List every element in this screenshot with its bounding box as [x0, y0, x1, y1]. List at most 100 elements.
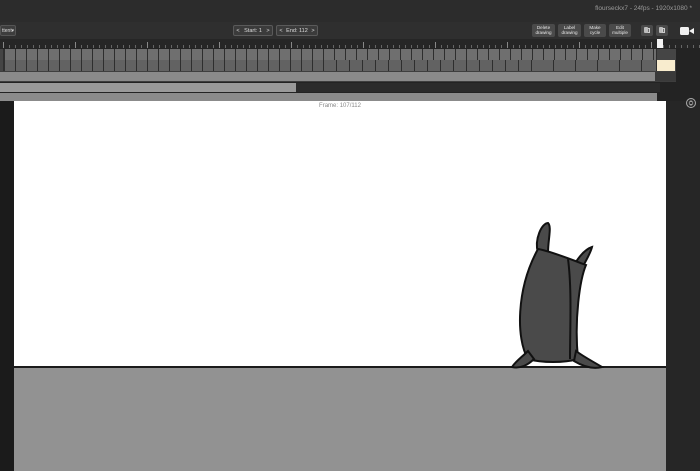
track-cell[interactable] [533, 49, 544, 60]
track-cell[interactable] [170, 60, 181, 71]
track-cell[interactable] [280, 49, 291, 60]
track-cell[interactable] [467, 49, 478, 60]
track-cell[interactable] [544, 49, 555, 60]
layer-front-icon[interactable] [641, 25, 653, 36]
track-cell[interactable] [434, 49, 445, 60]
track-cell[interactable] [82, 49, 93, 60]
track-cell[interactable] [291, 49, 302, 60]
track-cell[interactable] [532, 60, 554, 71]
track-cell[interactable] [402, 60, 415, 71]
track-cell[interactable] [203, 49, 214, 60]
track-cell[interactable] [423, 49, 434, 60]
track-cell[interactable] [137, 49, 148, 60]
start-increment-icon[interactable]: > [264, 28, 272, 34]
track-cell[interactable] [620, 60, 642, 71]
end-increment-icon[interactable]: > [309, 28, 317, 34]
track-cell[interactable] [401, 49, 412, 60]
track-cell[interactable] [159, 60, 170, 71]
track-cell[interactable] [170, 49, 181, 60]
track-cell[interactable] [104, 60, 115, 71]
track-cell[interactable] [588, 49, 599, 60]
track-cell[interactable] [203, 60, 214, 71]
track-cell[interactable] [610, 49, 621, 60]
start-frame-stepper[interactable]: < Start: 1 > [233, 25, 273, 36]
delete-drawing-button[interactable]: Delete drawing [532, 24, 555, 37]
track-cell[interactable] [159, 49, 170, 60]
track-cell[interactable] [126, 49, 137, 60]
track-cell[interactable] [5, 60, 16, 71]
track-cell[interactable] [236, 49, 247, 60]
track-cell[interactable] [428, 60, 441, 71]
track-cell[interactable] [522, 49, 533, 60]
camera-icon[interactable] [680, 26, 694, 36]
track-cell[interactable] [554, 60, 576, 71]
track-cell[interactable] [506, 60, 519, 71]
playhead[interactable] [657, 39, 663, 48]
track-cell[interactable] [269, 60, 280, 71]
track-cell[interactable] [38, 60, 49, 71]
track-cell[interactable] [148, 49, 159, 60]
expand-collapse-icon[interactable] [686, 98, 696, 108]
track-cell[interactable] [192, 49, 203, 60]
current-frame-cell[interactable] [657, 60, 675, 71]
track-cell[interactable] [415, 60, 428, 71]
timeline-ruler[interactable] [0, 39, 700, 48]
edit-multiple-button[interactable]: Edit multiple [609, 24, 631, 37]
track-cell[interactable] [555, 49, 566, 60]
layer-dropdown[interactable]: ttent ▾ [0, 25, 16, 36]
track-cell[interactable] [478, 49, 489, 60]
track-cell[interactable] [49, 49, 60, 60]
track-cell[interactable] [291, 60, 302, 71]
timeline-scrollbar[interactable] [0, 93, 657, 101]
track-cell[interactable] [181, 49, 192, 60]
track-cell[interactable] [389, 60, 402, 71]
track-cell[interactable] [258, 60, 269, 71]
track-cell[interactable] [441, 60, 454, 71]
track-cell[interactable] [456, 49, 467, 60]
track-cell[interactable] [368, 49, 379, 60]
track-cell[interactable] [258, 49, 269, 60]
track-cell[interactable] [38, 49, 49, 60]
track-cell[interactable] [27, 60, 38, 71]
track-cell[interactable] [71, 60, 82, 71]
track-cell[interactable] [642, 60, 657, 71]
track-cell[interactable] [181, 60, 192, 71]
track-cell[interactable] [82, 60, 93, 71]
track-cell[interactable] [576, 60, 598, 71]
track-cell[interactable] [654, 49, 657, 60]
track-cell[interactable] [71, 49, 82, 60]
track-cell[interactable] [566, 49, 577, 60]
end-frame-stepper[interactable]: < End: 112 > [276, 25, 318, 36]
track-cell[interactable] [192, 60, 203, 71]
track-cell[interactable] [632, 49, 643, 60]
exposure-track[interactable] [0, 71, 676, 82]
track-cell[interactable] [236, 60, 247, 71]
drawing-track[interactable] [0, 49, 676, 71]
track-cell[interactable] [489, 49, 500, 60]
track-cell[interactable] [454, 60, 467, 71]
track-cell[interactable] [302, 49, 313, 60]
track-cell[interactable] [313, 49, 324, 60]
track-cell[interactable] [214, 49, 225, 60]
track-cell[interactable] [376, 60, 389, 71]
track-cell[interactable] [511, 49, 522, 60]
track-cell[interactable] [93, 49, 104, 60]
track-cell[interactable] [621, 49, 632, 60]
track-cell[interactable] [27, 49, 38, 60]
track-cell[interactable] [137, 60, 148, 71]
track-cell[interactable] [412, 49, 423, 60]
track-cell[interactable] [379, 49, 390, 60]
track-cell[interactable] [104, 49, 115, 60]
make-cycle-button[interactable]: Make cycle [584, 24, 606, 37]
track-cell[interactable] [225, 49, 236, 60]
track-cell[interactable] [93, 60, 104, 71]
track-cell[interactable] [247, 49, 258, 60]
track-cell[interactable] [313, 60, 324, 71]
track-cell[interactable] [324, 60, 337, 71]
track-cell[interactable] [280, 60, 291, 71]
track-cell[interactable] [350, 60, 363, 71]
track-cell[interactable] [16, 49, 27, 60]
end-decrement-icon[interactable]: < [277, 28, 285, 34]
track-cell[interactable] [324, 49, 335, 60]
track-cell[interactable] [60, 49, 71, 60]
